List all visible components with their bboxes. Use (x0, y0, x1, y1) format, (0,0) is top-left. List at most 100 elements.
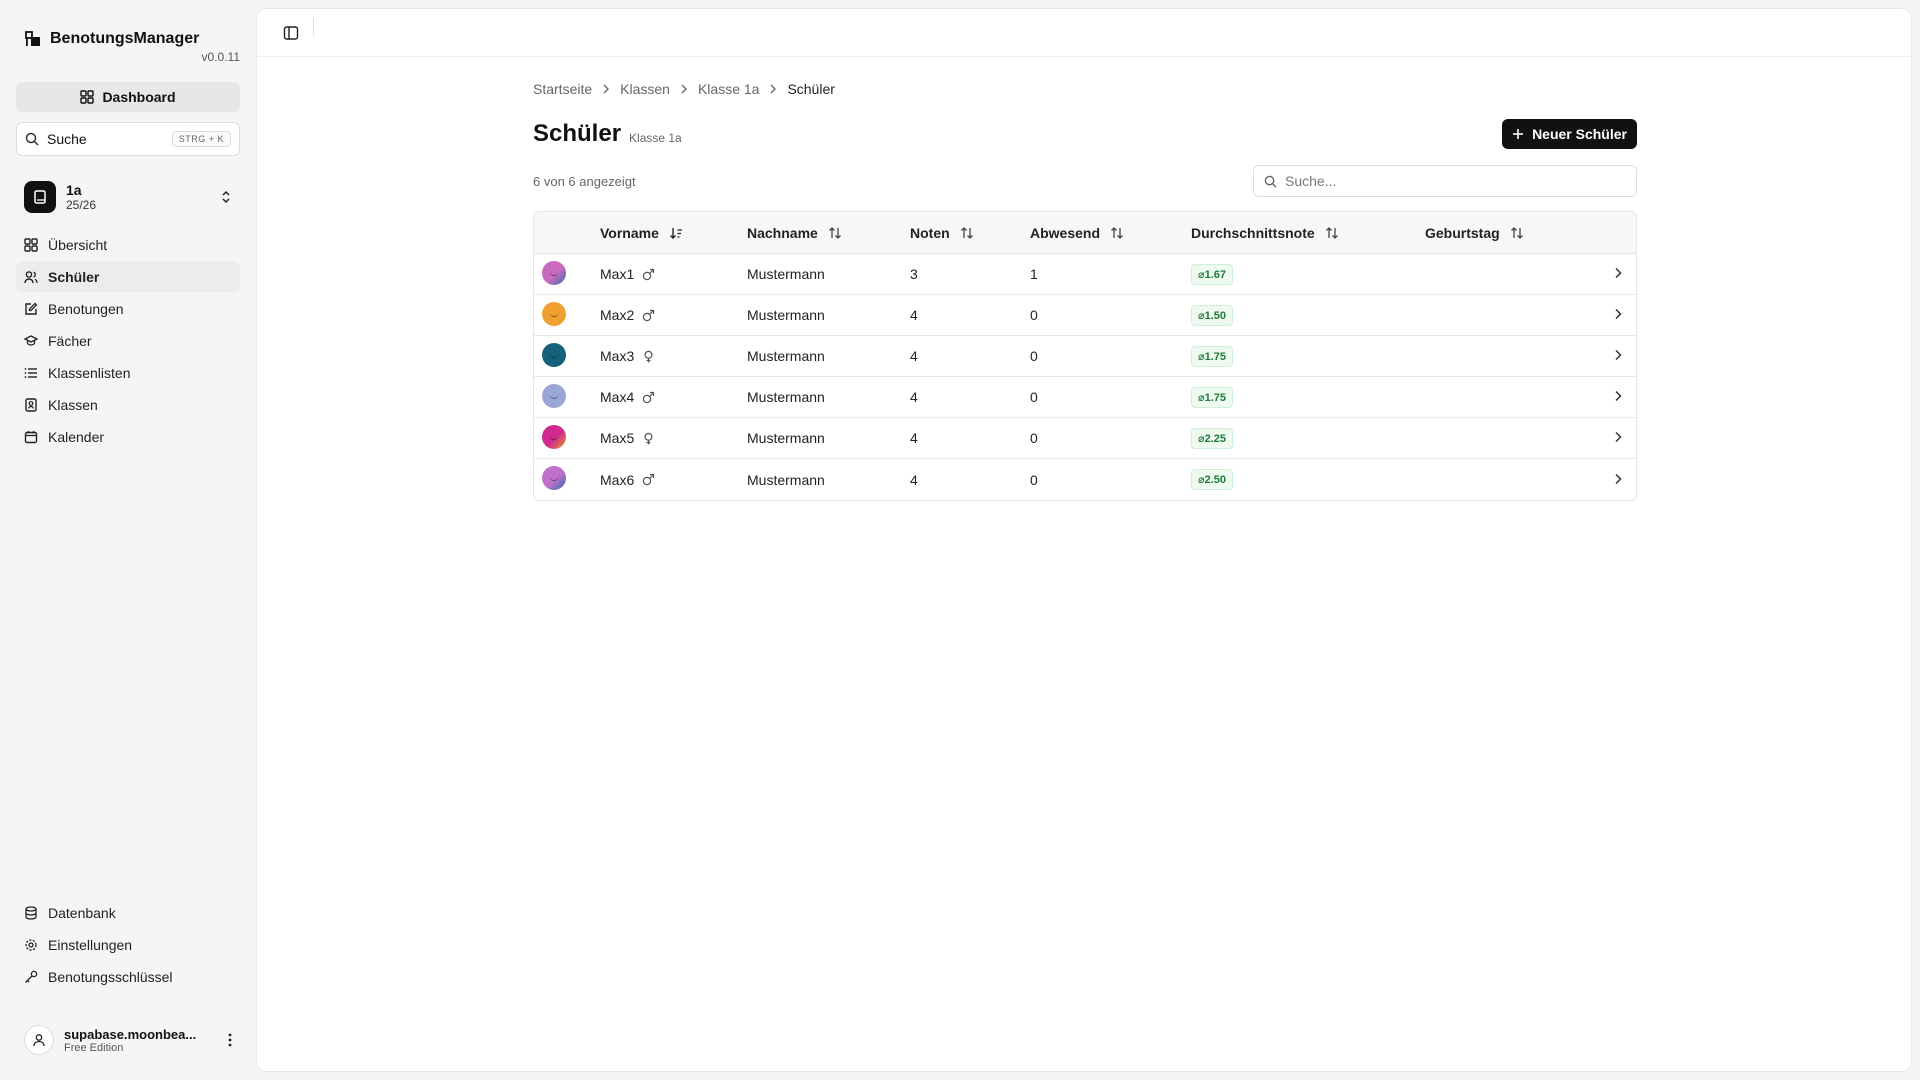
chevron-right-icon[interactable] (1614, 348, 1622, 364)
column-label: Durchschnittsnote (1191, 224, 1315, 241)
sidebar-item-kalender[interactable]: Kalender (16, 422, 240, 452)
table-row[interactable]: Max5 Mustermann 4 0 ⌀2.25 (534, 418, 1636, 459)
user-menu[interactable]: supabase.moonbea... Free Edition (16, 1016, 240, 1064)
first-name-cell: Max3 (600, 336, 747, 377)
column-header-durchschnittsnote[interactable]: Durchschnittsnote (1191, 212, 1425, 254)
dashboard-label: Dashboard (102, 89, 176, 105)
average-badge: ⌀1.67 (1191, 263, 1234, 285)
column-header-abwesend[interactable]: Abwesend (1030, 212, 1191, 254)
breadcrumb-item[interactable]: Klasse 1a (698, 81, 759, 97)
class-name: 1a (66, 182, 82, 198)
new-student-button[interactable]: Neuer Schüler (1502, 119, 1637, 149)
column-header-geburtstag[interactable]: Geburtstag (1425, 212, 1576, 254)
search-shortcut: STRG + K (171, 131, 231, 147)
column-label: Nachname (747, 224, 818, 241)
absent-cell: 0 (1030, 295, 1191, 336)
grades-cell: 4 (910, 336, 1030, 377)
column-header-noten[interactable]: Noten (910, 212, 1030, 254)
sidebar-item-einstellungen[interactable]: Einstellungen (16, 930, 240, 960)
sidebar-search[interactable]: Suche STRG + K (16, 122, 240, 156)
sidebar-toggle-icon[interactable] (283, 25, 299, 41)
sidebar-item-benotungen[interactable]: Benotungen (16, 294, 240, 324)
first-name: Max5 (600, 430, 635, 446)
last-name-cell: Mustermann (747, 295, 910, 336)
table-search-input[interactable]: Suche... (1253, 165, 1637, 197)
dashboard-icon (80, 90, 95, 104)
table-row[interactable]: Max1 Mustermann 3 1 ⌀1.67 (534, 254, 1636, 295)
bottom-nav: Datenbank Einstellungen Benotungsschlüss… (16, 898, 240, 1064)
sidebar-item-klassenlisten[interactable]: Klassenlisten (16, 358, 240, 388)
nav-label: Benotungsschlüssel (48, 969, 173, 985)
row-action[interactable] (1576, 295, 1636, 336)
chevron-right-icon (602, 84, 610, 94)
sidebar-item-uebersicht[interactable]: Übersicht (16, 230, 240, 260)
key-icon (24, 970, 38, 984)
chevron-right-icon[interactable] (1614, 472, 1622, 488)
sidebar-item-faecher[interactable]: Fächer (16, 326, 240, 356)
avatar (542, 260, 566, 285)
female-icon (642, 432, 655, 445)
row-action[interactable] (1576, 254, 1636, 295)
row-action[interactable] (1576, 336, 1636, 377)
birthday-cell (1425, 459, 1576, 500)
birthday-cell (1425, 254, 1576, 295)
sort-icon (828, 226, 842, 240)
first-name: Max6 (600, 471, 635, 488)
breadcrumb-item[interactable]: Startseite (533, 81, 592, 97)
row-action[interactable] (1576, 377, 1636, 418)
users-icon (24, 270, 38, 284)
chevron-right-icon[interactable] (1614, 266, 1622, 282)
breadcrumb-item[interactable]: Klassen (620, 81, 670, 97)
more-vertical-icon[interactable] (228, 1033, 232, 1047)
absent-cell: 0 (1030, 377, 1191, 418)
grades-cell: 4 (910, 295, 1030, 336)
table-row[interactable]: Max2 Mustermann 4 0 ⌀1.50 (534, 295, 1636, 336)
average-cell: ⌀2.50 (1191, 459, 1425, 500)
nav-label: Klassenlisten (48, 365, 131, 381)
avatar-cell (534, 377, 600, 418)
column-label: Abwesend (1030, 224, 1101, 241)
sidebar-item-klassen[interactable]: Klassen (16, 390, 240, 420)
nav-label: Übersicht (48, 237, 108, 253)
chevron-right-icon[interactable] (1614, 389, 1622, 405)
class-switcher[interactable]: 1a 25/26 (16, 174, 240, 220)
topbar (257, 9, 1911, 57)
average-cell: ⌀1.75 (1191, 377, 1425, 418)
nav-label: Kalender (48, 429, 105, 445)
grades-cell: 3 (910, 254, 1030, 295)
user-name: supabase.moonbea... (64, 1026, 197, 1042)
column-header-nachname[interactable]: Nachname (747, 212, 910, 254)
first-name: Max1 (600, 266, 635, 282)
dashboard-button[interactable]: Dashboard (16, 82, 240, 112)
grades-cell: 4 (910, 377, 1030, 418)
row-action[interactable] (1576, 418, 1636, 459)
absent-cell: 0 (1030, 336, 1191, 377)
chevron-right-icon[interactable] (1614, 430, 1622, 446)
user-edition: Free Edition (64, 1041, 124, 1054)
avatar-column (534, 212, 600, 254)
action-column (1576, 212, 1636, 254)
contact-book-icon (24, 398, 38, 412)
column-header-vorname[interactable]: Vorname (600, 212, 747, 254)
sidebar-item-datenbank[interactable]: Datenbank (16, 898, 240, 928)
table-row[interactable]: Max4 Mustermann 4 0 ⌀1.75 (534, 377, 1636, 418)
column-label: Vorname (600, 224, 659, 241)
table-row[interactable]: Max3 Mustermann 4 0 ⌀1.75 (534, 336, 1636, 377)
new-student-label: Neuer Schüler (1532, 126, 1627, 142)
page-header: Schüler Klasse 1a Neuer Schüler (533, 117, 1637, 151)
chevron-right-icon (680, 84, 688, 94)
sort-icon (960, 226, 974, 240)
table-row[interactable]: Max6 Mustermann 4 0 ⌀2.50 (534, 459, 1636, 500)
plus-icon (1512, 128, 1524, 140)
first-name-cell: Max4 (600, 377, 747, 418)
row-action[interactable] (1576, 459, 1636, 500)
sidebar-item-schueler[interactable]: Schüler (16, 262, 240, 292)
chevron-right-icon[interactable] (1614, 307, 1622, 323)
logo-icon (24, 30, 42, 48)
brand[interactable]: BenotungsManager v0.0.11 (16, 16, 240, 66)
sidebar-item-benotungsschluessel[interactable]: Benotungsschlüssel (16, 962, 240, 992)
search-icon (1264, 175, 1277, 188)
male-icon (642, 391, 655, 404)
avatar (542, 383, 566, 408)
sidebar: BenotungsManager v0.0.11 Dashboard Suche… (0, 0, 256, 1080)
